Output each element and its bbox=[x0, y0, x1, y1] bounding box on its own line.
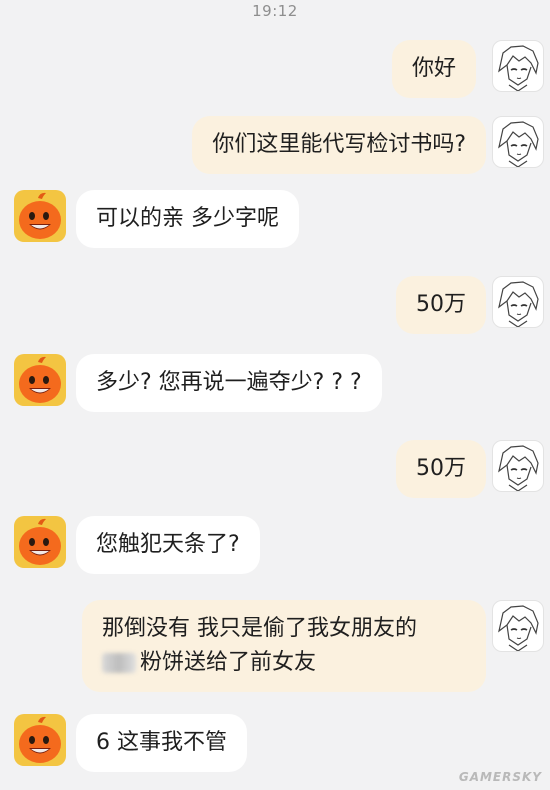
orange-mascot-avatar-icon bbox=[19, 518, 61, 565]
message-text: 6 这事我不管 bbox=[96, 730, 227, 755]
message-text-line-1: 那倒没有 我只是偷了我女朋友的 bbox=[102, 616, 417, 641]
message-text-line-2: 粉饼送给了前女友 bbox=[102, 646, 466, 680]
user-avatar[interactable] bbox=[492, 440, 544, 492]
anime-boy-avatar-icon bbox=[498, 281, 539, 327]
watermark: GAMERSKY bbox=[458, 770, 542, 784]
message-bubble[interactable]: 您触犯天条了? bbox=[76, 516, 260, 574]
message-text: 可以的亲 多少字呢 bbox=[96, 206, 279, 231]
message-bubble[interactable]: 50万 bbox=[396, 440, 486, 498]
contact-avatar[interactable] bbox=[14, 516, 66, 568]
user-avatar[interactable] bbox=[492, 40, 544, 92]
anime-boy-avatar-icon bbox=[498, 445, 539, 491]
contact-avatar[interactable] bbox=[14, 190, 66, 242]
contact-avatar[interactable] bbox=[14, 714, 66, 766]
message-text: 您触犯天条了? bbox=[96, 532, 240, 557]
message-bubble[interactable]: 可以的亲 多少字呢 bbox=[76, 190, 299, 248]
message-bubble[interactable]: 你好 bbox=[391, 40, 476, 98]
orange-mascot-avatar-icon bbox=[19, 356, 61, 403]
message-text: 多少? 您再说一遍夺少? ? ? bbox=[96, 370, 362, 395]
anime-boy-avatar-icon bbox=[498, 45, 539, 91]
message-bubble[interactable]: 你们这里能代写检讨书吗? bbox=[192, 116, 486, 174]
orange-mascot-avatar-icon bbox=[19, 716, 61, 763]
message-text: 50万 bbox=[416, 456, 466, 481]
user-avatar[interactable] bbox=[492, 116, 544, 168]
message-text: 粉饼送给了前女友 bbox=[140, 650, 317, 675]
anime-boy-avatar-icon bbox=[498, 605, 539, 651]
message-text: 你好 bbox=[411, 56, 456, 81]
status-bar-time: 19:12 bbox=[252, 2, 298, 20]
message-text: 你们这里能代写检讨书吗? bbox=[212, 132, 466, 157]
message-bubble[interactable]: 多少? 您再说一遍夺少? ? ? bbox=[76, 354, 382, 412]
user-avatar[interactable] bbox=[492, 276, 544, 328]
orange-mascot-avatar-icon bbox=[19, 192, 61, 239]
user-avatar[interactable] bbox=[492, 600, 544, 652]
message-text: 50万 bbox=[416, 292, 466, 317]
message-bubble[interactable]: 50万 bbox=[396, 276, 486, 334]
message-bubble[interactable]: 6 这事我不管 bbox=[76, 714, 247, 772]
blurred-brand-mosaic bbox=[102, 653, 136, 673]
message-bubble[interactable]: 那倒没有 我只是偷了我女朋友的 粉饼送给了前女友 bbox=[82, 600, 486, 692]
contact-avatar[interactable] bbox=[14, 354, 66, 406]
anime-boy-avatar-icon bbox=[498, 121, 539, 167]
